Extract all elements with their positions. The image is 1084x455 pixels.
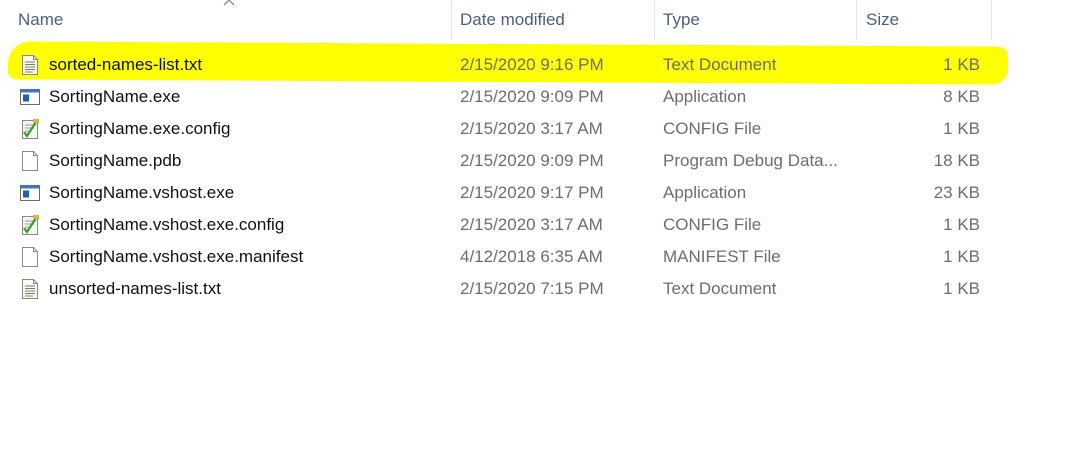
column-header-type[interactable]: Type (657, 0, 855, 40)
file-name[interactable]: SortingName.exe (49, 81, 180, 113)
file-type: CONFIG File (663, 215, 762, 234)
file-row[interactable]: SortingName.vshost.exe 2/15/2020 9:17 PM… (0, 177, 992, 209)
file-date-modified: 2/15/2020 9:17 PM (460, 183, 604, 202)
file-name[interactable]: SortingName.vshost.exe (49, 177, 234, 209)
file-size: 23 KB (933, 183, 980, 202)
column-separator[interactable] (654, 0, 655, 40)
file-name[interactable]: SortingName.exe.config (49, 113, 230, 145)
column-separator[interactable] (991, 0, 992, 40)
column-header-date-modified[interactable]: Date modified (454, 0, 654, 40)
file-name[interactable]: sorted-names-list.txt (49, 49, 202, 81)
text-file-icon (19, 54, 41, 76)
file-date-modified: 2/15/2020 9:09 PM (460, 87, 604, 106)
file-size: 1 KB (943, 119, 980, 138)
file-type: Program Debug Data... (663, 151, 838, 170)
file-list: sorted-names-list.txt 2/15/2020 9:16 PM … (0, 41, 1084, 305)
file-size: 1 KB (943, 247, 980, 266)
file-row[interactable]: SortingName.exe.config 2/15/2020 3:17 AM… (0, 113, 992, 145)
text-file-icon (19, 278, 41, 300)
file-row[interactable]: SortingName.vshost.exe.manifest 4/12/201… (0, 241, 992, 273)
file-name[interactable]: SortingName.vshost.exe.manifest (49, 241, 303, 273)
file-size: 1 KB (943, 55, 980, 74)
file-date-modified: 2/15/2020 3:17 AM (460, 215, 603, 234)
config-file-icon (19, 214, 41, 236)
file-size: 1 KB (943, 279, 980, 298)
application-icon (19, 86, 41, 108)
file-row[interactable]: SortingName.vshost.exe.config 2/15/2020 … (0, 209, 992, 241)
blank-file-icon (19, 246, 41, 268)
file-size: 1 KB (943, 215, 980, 234)
column-header-size[interactable]: Size (860, 0, 990, 40)
file-size: 18 KB (933, 151, 980, 170)
config-file-icon (19, 118, 41, 140)
column-separator[interactable] (856, 0, 857, 40)
file-row[interactable]: SortingName.pdb 2/15/2020 9:09 PM Progra… (0, 145, 992, 177)
file-row[interactable]: SortingName.exe 2/15/2020 9:09 PM Applic… (0, 81, 992, 113)
column-header-bar: Name Date modified Type Size (0, 0, 992, 40)
file-name[interactable]: SortingName.vshost.exe.config (49, 209, 284, 241)
file-date-modified: 2/15/2020 3:17 AM (460, 119, 603, 138)
column-separator[interactable] (451, 0, 452, 40)
file-name[interactable]: SortingName.pdb (49, 145, 181, 177)
file-type: Text Document (663, 279, 777, 298)
file-size: 8 KB (943, 87, 980, 106)
application-icon (19, 182, 41, 204)
blank-file-icon (19, 150, 41, 172)
file-date-modified: 2/15/2020 9:16 PM (460, 55, 604, 74)
file-date-modified: 4/12/2018 6:35 AM (460, 247, 603, 266)
file-date-modified: 2/15/2020 7:15 PM (460, 279, 604, 298)
file-name[interactable]: unsorted-names-list.txt (49, 273, 221, 305)
file-type: CONFIG File (663, 119, 762, 138)
file-row[interactable]: sorted-names-list.txt 2/15/2020 9:16 PM … (0, 41, 1008, 85)
column-header-name[interactable]: Name (12, 0, 450, 40)
file-date-modified: 2/15/2020 9:09 PM (460, 151, 604, 170)
file-type: MANIFEST File (663, 247, 781, 266)
file-type: Application (663, 87, 747, 106)
file-type: Application (663, 183, 747, 202)
file-type: Text Document (663, 55, 777, 74)
file-row[interactable]: unsorted-names-list.txt 2/15/2020 7:15 P… (0, 273, 992, 305)
